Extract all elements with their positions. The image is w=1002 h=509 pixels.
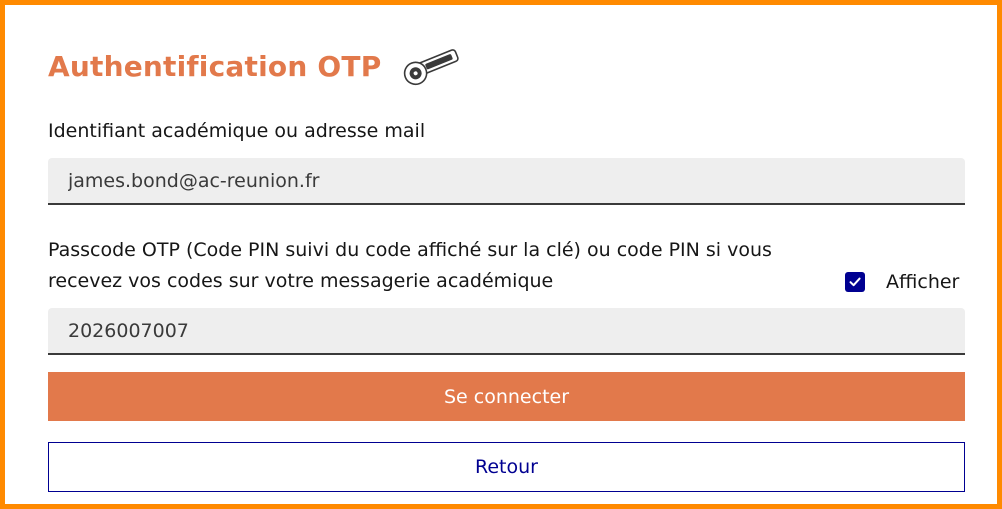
show-passcode-toggle[interactable]: Afficher bbox=[845, 267, 959, 297]
page-title: Authentification OTP bbox=[48, 49, 382, 83]
back-button[interactable]: Retour bbox=[48, 442, 965, 492]
passcode-label: Passcode OTP (Code PIN suivi du code aff… bbox=[48, 239, 772, 292]
identifier-input[interactable] bbox=[48, 158, 965, 205]
title-row: Authentification OTP bbox=[48, 43, 463, 89]
connect-button[interactable]: Se connecter bbox=[48, 372, 965, 421]
show-passcode-checkbox[interactable] bbox=[845, 272, 865, 292]
identifier-label: Identifiant académique ou adresse mail bbox=[48, 120, 426, 142]
checkmark-icon bbox=[849, 277, 861, 287]
otp-key-icon bbox=[404, 49, 460, 86]
passcode-input[interactable] bbox=[48, 308, 965, 355]
login-panel: Authentification OTP Identifiant académi… bbox=[0, 0, 1002, 509]
show-passcode-label: Afficher bbox=[886, 271, 960, 293]
